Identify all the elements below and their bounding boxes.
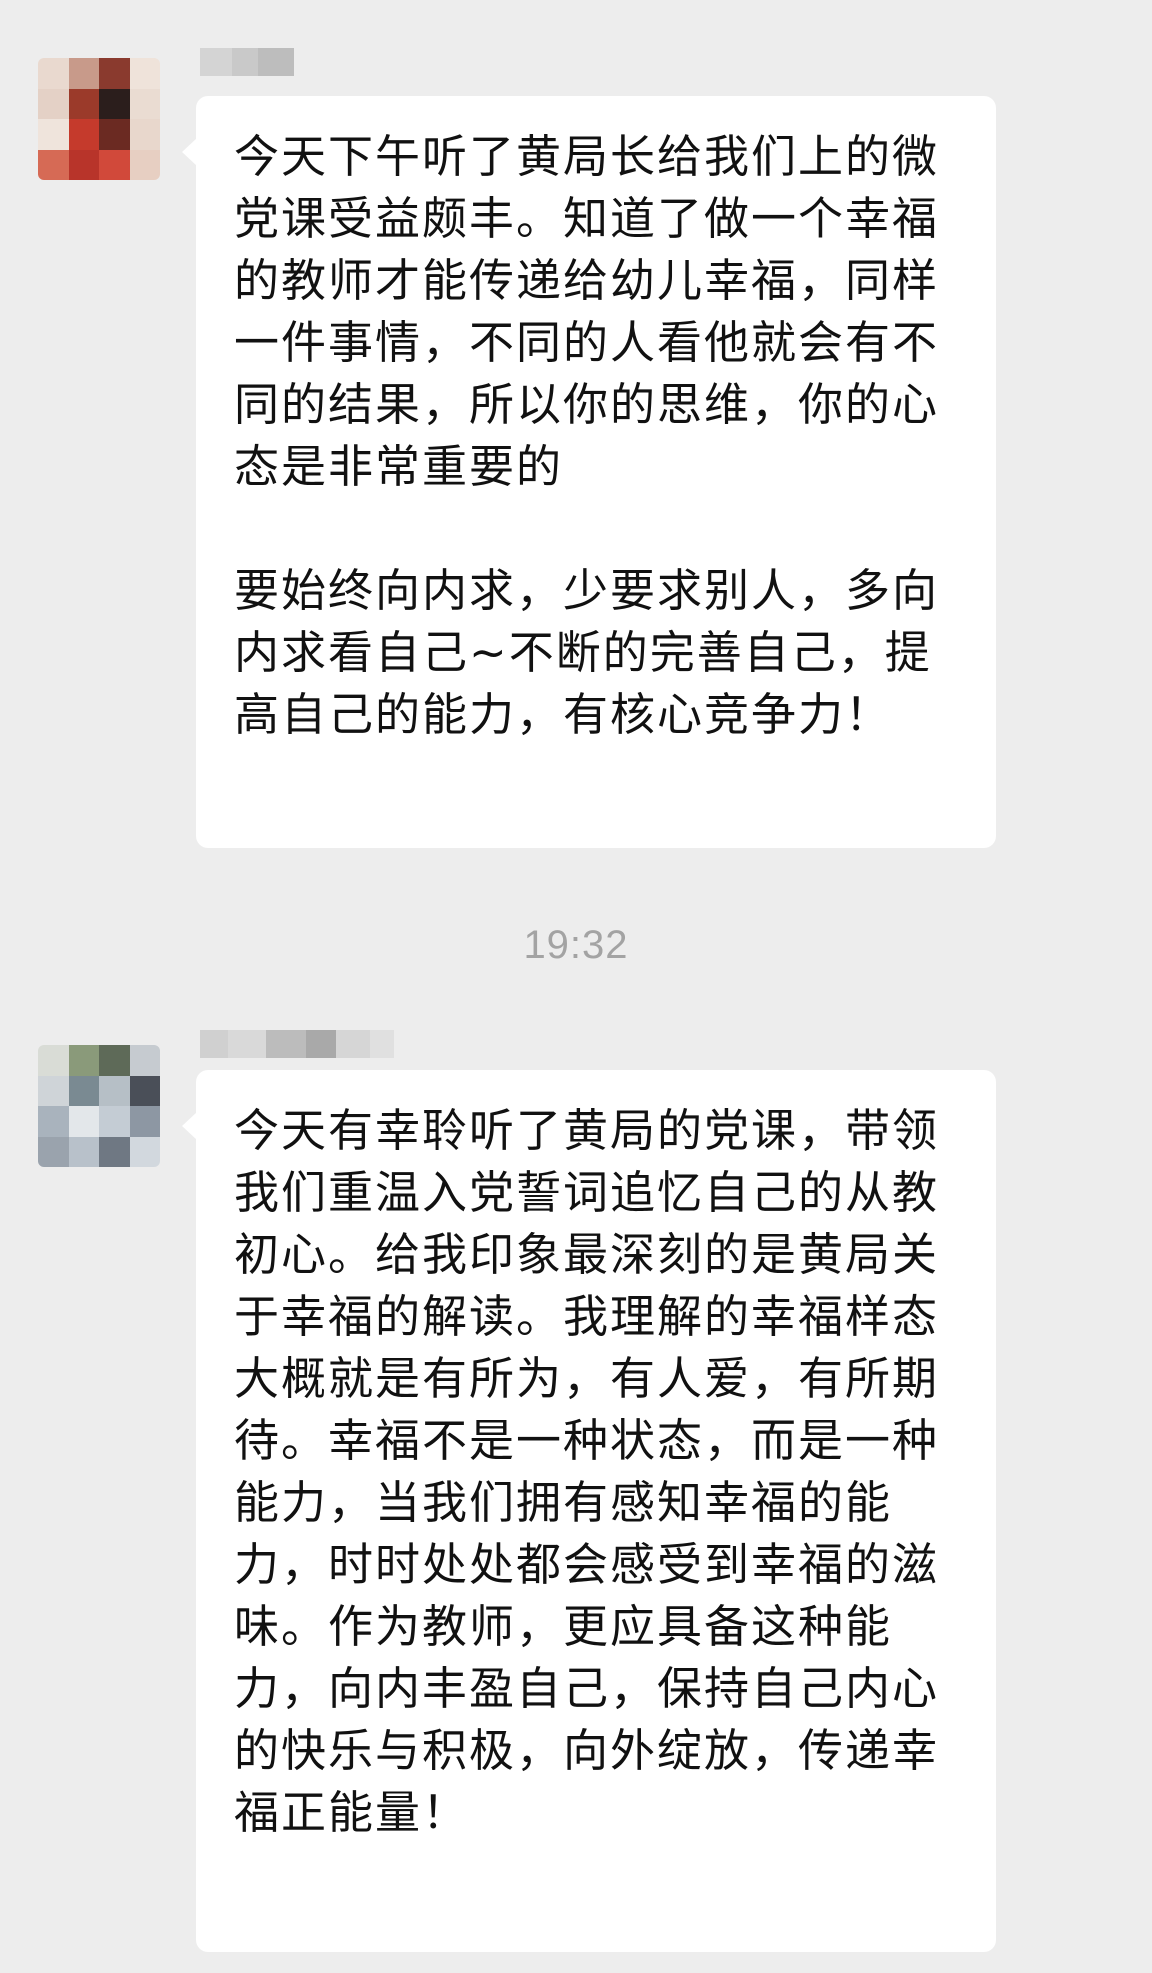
avatar-pixel — [99, 1075, 130, 1106]
message-paragraph: 今天有幸聆听了黄局的党课，带领我们重温入党誓词追忆自己的从教初心。给我印象最深刻… — [234, 1104, 940, 1839]
avatar-pixel — [68, 88, 99, 119]
avatar[interactable] — [38, 1045, 160, 1167]
message-bubble[interactable]: 今天有幸聆听了黄局的党课，带领我们重温入党誓词追忆自己的从教初心。给我印象最深刻… — [182, 1070, 996, 1952]
avatar-pixel — [129, 149, 160, 180]
avatar-pixel — [99, 119, 130, 150]
blur-block — [336, 1030, 370, 1058]
blur-block — [266, 1030, 306, 1058]
sender-name-blurred — [200, 1030, 394, 1058]
avatar-pixel — [68, 58, 99, 89]
blur-block — [370, 1030, 394, 1058]
avatar-pixel — [68, 1075, 99, 1106]
avatar-pixel — [38, 1136, 69, 1167]
blur-block — [258, 48, 294, 76]
avatar-pixel — [38, 119, 69, 150]
avatar-pixel — [68, 1045, 99, 1076]
avatar-pixel — [38, 1106, 69, 1137]
avatar-pixel — [99, 149, 130, 180]
avatar-pixel — [99, 1045, 130, 1076]
sender-name-blurred — [200, 48, 294, 76]
blur-block — [306, 1030, 336, 1058]
avatar-pixel — [68, 1106, 99, 1137]
avatar-pixel — [38, 149, 69, 180]
avatar-pixel — [129, 1045, 160, 1076]
avatar-pixel — [129, 119, 160, 150]
avatar-pixel — [129, 58, 160, 89]
message-paragraph: 要始终向内求，少要求别人，多向内求看自己~不断的完善自己，提高自己的能力，有核心… — [234, 564, 940, 741]
avatar-pixel — [38, 1045, 69, 1076]
avatar-pixel — [38, 1075, 69, 1106]
avatar-pixel — [99, 1106, 130, 1137]
blur-block — [200, 1030, 228, 1058]
avatar-pixel — [129, 1136, 160, 1167]
avatar-pixel — [129, 88, 160, 119]
avatar-pixel — [99, 58, 130, 89]
blur-block — [232, 48, 258, 76]
avatar-pixel — [68, 119, 99, 150]
avatar-pixel — [68, 1136, 99, 1167]
message-paragraph: 今天下午听了黄局长给我们上的微党课受益颇丰。知道了做一个幸福的教师才能传递给幼儿… — [234, 130, 940, 493]
avatar-pixel — [99, 88, 130, 119]
message-timestamp: 19:32 — [523, 923, 629, 967]
message-bubble[interactable]: 今天下午听了黄局长给我们上的微党课受益颇丰。知道了做一个幸福的教师才能传递给幼儿… — [182, 96, 996, 848]
avatar-pixel — [38, 58, 69, 89]
blur-block — [200, 48, 232, 76]
avatar[interactable] — [38, 58, 160, 180]
avatar-pixel — [129, 1075, 160, 1106]
avatar-pixel — [38, 88, 69, 119]
avatar-pixel — [68, 149, 99, 180]
avatar-pixel — [129, 1106, 160, 1137]
blur-block — [228, 1030, 266, 1058]
avatar-pixel — [99, 1136, 130, 1167]
